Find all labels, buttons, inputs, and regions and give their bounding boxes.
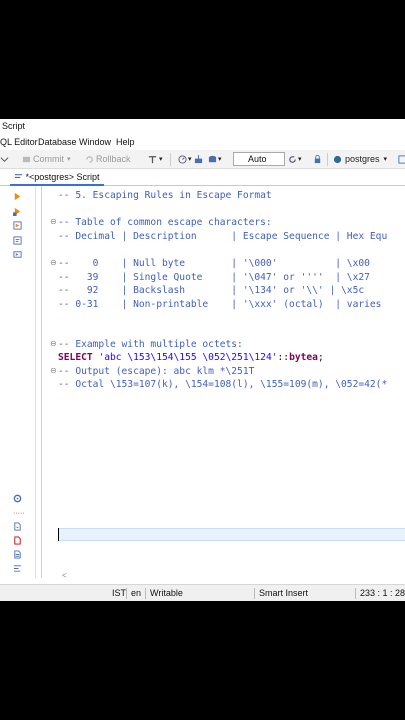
output-panel-icon[interactable]: [13, 250, 22, 259]
code-line-table-header: -- Decimal | Description | Escape Sequen…: [58, 231, 388, 242]
menu-sql-editor[interactable]: QL Editor: [0, 137, 38, 147]
current-line-highlight: [58, 528, 405, 541]
schema-selector[interactable]: [398, 153, 405, 165]
database-icon: [208, 155, 217, 162]
fold-toggle-icon[interactable]: ⊖: [50, 339, 57, 348]
editor-tab-bar: *<postgres> Script: [0, 170, 405, 186]
lock-icon: [314, 154, 321, 163]
code-line-select-statement: SELECT 'abc \153\154\155 \052\251\124'::…: [58, 352, 324, 363]
status-locale: en: [131, 588, 142, 598]
dashboard-button[interactable]: ▾: [178, 153, 192, 165]
execute-new-tab-icon[interactable]: [13, 207, 22, 216]
export-icon: [194, 154, 203, 163]
sql-editor[interactable]: -- 5. Escaping Rules in Escape Format ⊖ …: [42, 186, 405, 578]
transaction-mode-select[interactable]: Auto: [233, 152, 285, 166]
commit-icon: [22, 156, 31, 162]
schema-icon: [398, 154, 405, 164]
dbeaver-window: Script QL Editor Database Window Help Co…: [0, 119, 405, 601]
editor-side-toolbar: ·····: [0, 186, 34, 578]
explain-plan-icon[interactable]: [13, 236, 22, 245]
refresh-button[interactable]: ▾: [288, 153, 302, 165]
new-script-icon[interactable]: [13, 522, 22, 531]
fold-toggle-icon[interactable]: ⊖: [50, 366, 57, 375]
gauge-icon: [178, 154, 187, 164]
lock-button[interactable]: [313, 153, 322, 165]
format-sql-icon[interactable]: [13, 564, 22, 573]
code-line-null-byte: -- 0 | Null byte | '\000' | \x00: [58, 258, 370, 269]
code-line-example-comment: -- Example with multiple octets:: [58, 339, 243, 350]
script-icon: [14, 174, 23, 178]
commit-button[interactable]: Commit ▾: [22, 153, 71, 165]
transaction-mode-button[interactable]: ▾: [148, 153, 163, 165]
refresh-icon: [289, 155, 296, 163]
scroll-left-icon[interactable]: <: [62, 571, 67, 580]
code-line-output-comment: -- Output (escape): abc klm *\251T: [58, 366, 255, 377]
postgres-icon: [333, 155, 342, 163]
open-file-icon[interactable]: [13, 536, 22, 545]
chevron-down-icon: [0, 156, 9, 162]
menu-window[interactable]: Window: [79, 137, 111, 147]
rollback-button[interactable]: Rollback: [85, 153, 131, 165]
horizontal-scrollbar[interactable]: <: [42, 571, 405, 580]
database-button[interactable]: ▾: [208, 153, 222, 165]
code-line-non-printable: -- 0-31 | Non-printable | '\xxx' (octal)…: [58, 299, 382, 310]
datasource-selector[interactable]: postgres ▾: [333, 153, 387, 165]
execute-script-icon[interactable]: [13, 221, 22, 230]
rollback-icon: [86, 155, 93, 163]
execute-statement-icon[interactable]: [13, 192, 22, 201]
tab-postgres-script[interactable]: *<postgres> Script: [10, 171, 104, 186]
code-line-heading: -- 5. Escaping Rules in Escape Format: [58, 190, 272, 201]
t-icon: [148, 155, 157, 163]
title-bar: Script: [0, 119, 405, 135]
export-button[interactable]: [194, 153, 203, 165]
status-timezone: IST: [112, 588, 127, 598]
status-insert-mode: Smart Insert: [259, 588, 309, 598]
code-line-table-title: -- Table of common escape characters:: [58, 217, 272, 228]
code-line-single-quote: -- 39 | Single Quote | '\047' or '''' | …: [58, 272, 370, 283]
save-file-icon[interactable]: [13, 550, 22, 559]
main-toolbar: Commit ▾ Rollback ▾ ▾ ▾ Auto ▾ postgres …: [0, 150, 405, 169]
window-title: Script: [2, 121, 26, 131]
fold-toggle-icon[interactable]: ⊖: [50, 217, 57, 226]
toolbar-icon-left[interactable]: [0, 153, 9, 165]
settings-gear-icon[interactable]: [13, 494, 22, 503]
status-cursor-position: 233 : 1 : 28: [360, 588, 405, 598]
status-writable: Writable: [150, 588, 183, 598]
fold-toggle-icon[interactable]: ⊖: [50, 258, 57, 267]
code-line-backslash: -- 92 | Backslash | '\134' or '\\' | \x5…: [58, 285, 365, 296]
menu-database[interactable]: Database: [38, 137, 77, 147]
menu-help[interactable]: Help: [116, 137, 135, 147]
text-caret: [58, 528, 59, 541]
more-dots-icon: ·····: [13, 510, 25, 517]
status-bar: IST en Writable Smart Insert 233 : 1 : 2…: [0, 584, 405, 601]
code-line-octal-comment: -- Octal \153=107(k), \154=108(l), \155=…: [58, 379, 388, 390]
menu-bar: QL Editor Database Window Help: [0, 135, 405, 150]
